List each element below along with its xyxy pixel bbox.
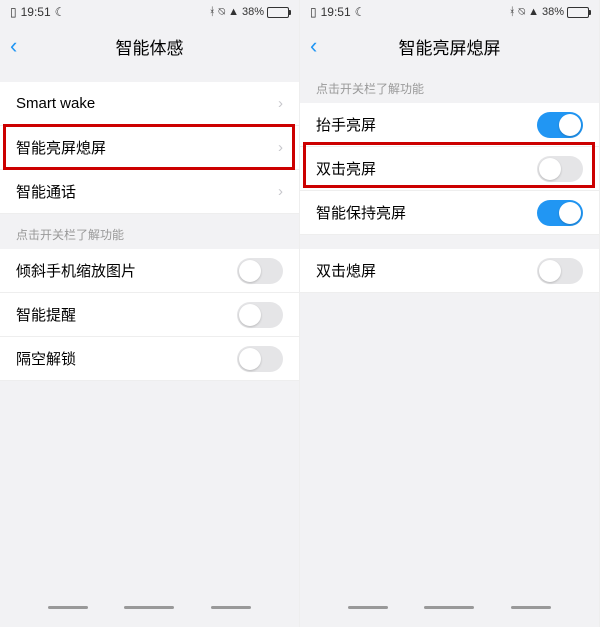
row-label: 智能亮屏熄屏 [16, 137, 106, 158]
wifi-icon: ▲ [228, 6, 239, 18]
toggle-row-smart-remind[interactable]: 智能提醒 [0, 293, 299, 337]
status-time: 19:51 [321, 5, 351, 19]
moon-icon: ☾ [55, 5, 66, 19]
nav-row-smart-wake[interactable]: Smart wake › [0, 82, 299, 126]
toggle-row-air-unlock[interactable]: 隔空解锁 [0, 337, 299, 381]
nav-home[interactable] [424, 606, 474, 609]
page-title: 智能体感 [116, 34, 184, 59]
bluetooth-icon: ᚼ [509, 6, 516, 18]
battery-icon [267, 7, 289, 18]
status-bar: ▯ 19:51 ☾ ᚼ ⍉ ▲ 38% [0, 0, 299, 24]
moon-icon: ☾ [355, 5, 366, 19]
phone-left: ▯ 19:51 ☾ ᚼ ⍉ ▲ 38% ‹ 智能体感 Smart wake › … [0, 0, 300, 627]
page-title: 智能亮屏熄屏 [399, 34, 501, 59]
nav-recent[interactable] [511, 606, 551, 609]
row-label: 双击熄屏 [316, 260, 376, 281]
battery-pct: 38% [242, 6, 264, 18]
row-label: 倾斜手机缩放图片 [16, 260, 136, 281]
toggle-row-raise-wake[interactable]: 抬手亮屏 [300, 103, 599, 147]
section-hint: 点击开关栏了解功能 [300, 68, 599, 103]
toggle-switch[interactable] [537, 156, 583, 182]
toggle-row-smart-keep-on[interactable]: 智能保持亮屏 [300, 191, 599, 235]
toggle-switch[interactable] [537, 258, 583, 284]
toggle-row-double-tap-off[interactable]: 双击熄屏 [300, 249, 599, 293]
row-label: 抬手亮屏 [316, 114, 376, 135]
toggle-row-double-tap-wake[interactable]: 双击亮屏 [300, 147, 599, 191]
row-label: 智能保持亮屏 [316, 202, 406, 223]
sim-icon: ▯ [310, 5, 317, 19]
section-hint: 点击开关栏了解功能 [0, 214, 299, 249]
back-button[interactable]: ‹ [10, 33, 17, 59]
chevron-right-icon: › [278, 183, 283, 200]
toggle-switch[interactable] [537, 112, 583, 138]
sim-icon: ▯ [10, 5, 17, 19]
back-button[interactable]: ‹ [310, 33, 317, 59]
toggle-row-tilt-zoom[interactable]: 倾斜手机缩放图片 [0, 249, 299, 293]
row-label: 双击亮屏 [316, 158, 376, 179]
dnd-icon: ⍉ [218, 6, 225, 19]
chevron-right-icon: › [278, 95, 283, 112]
status-time: 19:51 [21, 5, 51, 19]
chevron-right-icon: › [278, 139, 283, 156]
battery-icon [567, 7, 589, 18]
dnd-icon: ⍉ [518, 6, 525, 19]
row-label: 智能通话 [16, 181, 76, 202]
battery-pct: 38% [542, 6, 564, 18]
nav-bar [0, 587, 299, 627]
nav-back[interactable] [48, 606, 88, 609]
nav-row-smart-call[interactable]: 智能通话 › [0, 170, 299, 214]
toggle-switch[interactable] [237, 346, 283, 372]
status-bar: ▯ 19:51 ☾ ᚼ ⍉ ▲ 38% [300, 0, 599, 24]
wifi-icon: ▲ [528, 6, 539, 18]
nav-home[interactable] [124, 606, 174, 609]
row-label: 隔空解锁 [16, 348, 76, 369]
toggle-switch[interactable] [237, 258, 283, 284]
nav-back[interactable] [348, 606, 388, 609]
page-header: ‹ 智能体感 [0, 24, 299, 68]
bluetooth-icon: ᚼ [209, 6, 216, 18]
nav-recent[interactable] [211, 606, 251, 609]
phone-right: ▯ 19:51 ☾ ᚼ ⍉ ▲ 38% ‹ 智能亮屏熄屏 点击开关栏了解功能 抬… [300, 0, 600, 627]
row-label: 智能提醒 [16, 304, 76, 325]
page-header: ‹ 智能亮屏熄屏 [300, 24, 599, 68]
nav-row-smart-screen[interactable]: 智能亮屏熄屏 › [0, 126, 299, 170]
row-label: Smart wake [16, 95, 95, 112]
nav-bar [300, 587, 599, 627]
toggle-switch[interactable] [237, 302, 283, 328]
toggle-switch[interactable] [537, 200, 583, 226]
